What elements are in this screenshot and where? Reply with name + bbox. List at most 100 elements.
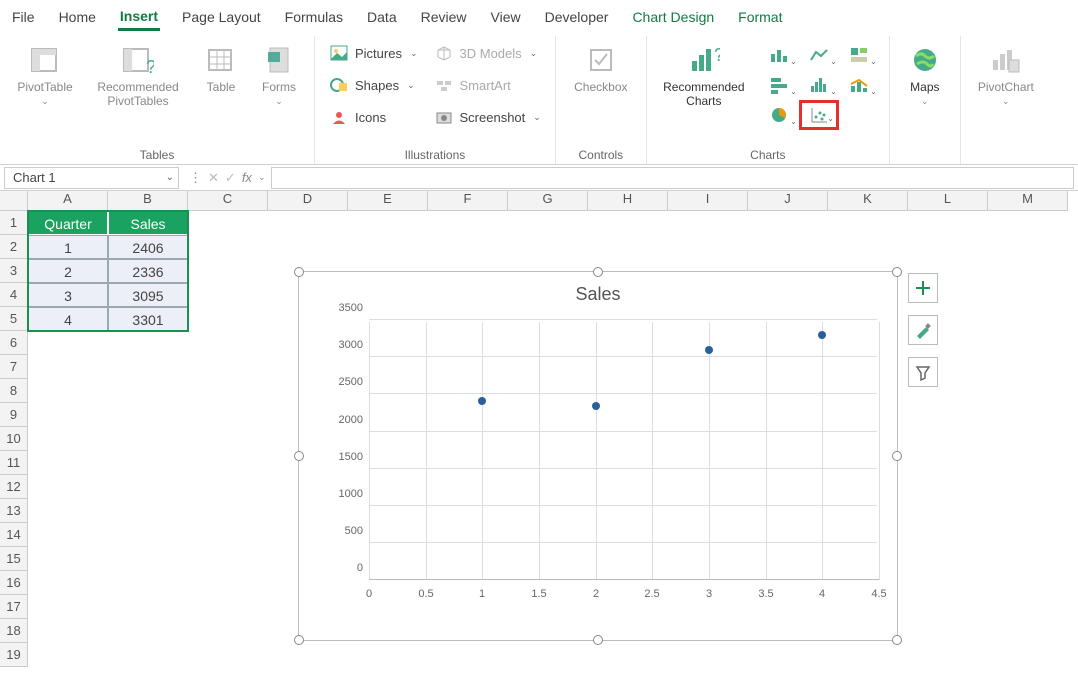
cell-A5[interactable]: 4 [28, 307, 108, 331]
row-header[interactable]: 6 [0, 331, 28, 355]
combo-chart-button[interactable]: ⌄ [839, 70, 879, 100]
col-header[interactable]: J [748, 191, 828, 211]
row-header[interactable]: 5 [0, 307, 28, 331]
name-box[interactable]: Chart 1 ⌄ [4, 167, 179, 189]
row-header[interactable]: 17 [0, 595, 28, 619]
chart-styles-button[interactable] [908, 315, 938, 345]
fx-icon[interactable]: fx [242, 170, 252, 185]
bar-chart-button[interactable]: ⌄ [759, 70, 799, 100]
tab-format[interactable]: Format [736, 5, 784, 29]
col-header[interactable]: F [428, 191, 508, 211]
more-icon[interactable]: ⋮ [189, 170, 202, 186]
row-header[interactable]: 18 [0, 619, 28, 643]
chart-filters-button[interactable] [908, 357, 938, 387]
checkbox-button[interactable]: Checkbox [566, 40, 636, 94]
shapes-button[interactable]: Shapes⌄ [325, 72, 422, 98]
smartart-button[interactable]: SmartArt [430, 72, 545, 98]
row-header[interactable]: 19 [0, 643, 28, 667]
tab-view[interactable]: View [489, 5, 523, 29]
resize-handle[interactable] [892, 451, 902, 461]
cancel-icon[interactable]: ✕ [208, 170, 219, 186]
cell-B3[interactable]: 2336 [108, 259, 188, 283]
col-header[interactable]: M [988, 191, 1068, 211]
cell-A3[interactable]: 2 [28, 259, 108, 283]
row-header[interactable]: 11 [0, 451, 28, 475]
col-header[interactable]: G [508, 191, 588, 211]
data-point[interactable] [818, 331, 826, 339]
recommended-charts-button[interactable]: ? Recommended Charts [657, 40, 751, 108]
pictures-button[interactable]: Pictures⌄ [325, 40, 422, 66]
column-chart-button[interactable]: ⌄ [759, 40, 799, 70]
worksheet[interactable]: A B C D E F G H I J K L M 1 2 3 4 5 6 7 … [0, 191, 1078, 681]
enter-icon[interactable]: ✓ [225, 170, 236, 186]
row-header[interactable]: 13 [0, 499, 28, 523]
chevron-down-icon[interactable]: ⌄ [258, 172, 266, 183]
3d-models-button[interactable]: 3D Models⌄ [430, 40, 545, 66]
screenshot-button[interactable]: Screenshot⌄ [430, 104, 545, 130]
col-header[interactable]: H [588, 191, 668, 211]
row-header[interactable]: 15 [0, 547, 28, 571]
col-header[interactable]: K [828, 191, 908, 211]
statistic-chart-button[interactable]: ⌄ [799, 70, 839, 100]
formula-input[interactable] [271, 167, 1074, 189]
forms-button[interactable]: Forms ⌄ [254, 40, 304, 107]
row-header[interactable]: 12 [0, 475, 28, 499]
resize-handle[interactable] [892, 267, 902, 277]
col-header[interactable]: A [28, 191, 108, 211]
col-header[interactable]: B [108, 191, 188, 211]
tab-data[interactable]: Data [365, 5, 399, 29]
row-header[interactable]: 7 [0, 355, 28, 379]
cell-A1[interactable]: Quarter [28, 211, 108, 235]
col-header[interactable]: D [268, 191, 348, 211]
col-header[interactable]: E [348, 191, 428, 211]
line-chart-button[interactable]: ⌄ [799, 40, 839, 70]
select-all-corner[interactable] [0, 191, 28, 211]
resize-handle[interactable] [294, 451, 304, 461]
chart-title[interactable]: Sales [299, 284, 897, 305]
cell-B2[interactable]: 2406 [108, 235, 188, 259]
embedded-chart[interactable]: Sales 0 500 1000 1500 2000 2500 3000 350… [298, 271, 898, 641]
tab-formulas[interactable]: Formulas [283, 5, 345, 29]
tab-file[interactable]: File [10, 5, 37, 29]
cell-B1[interactable]: Sales [108, 211, 188, 235]
table-button[interactable]: Table [196, 40, 246, 94]
col-header[interactable]: I [668, 191, 748, 211]
row-header[interactable]: 4 [0, 283, 28, 307]
resize-handle[interactable] [593, 635, 603, 645]
row-header[interactable]: 1 [0, 211, 28, 235]
chart-plot-area[interactable]: 0 500 1000 1500 2000 2500 3000 3500 0 0.… [339, 322, 877, 600]
resize-handle[interactable] [892, 635, 902, 645]
row-header[interactable]: 9 [0, 403, 28, 427]
cell-B5[interactable]: 3301 [108, 307, 188, 331]
row-header[interactable]: 10 [0, 427, 28, 451]
resize-handle[interactable] [294, 267, 304, 277]
col-header[interactable]: L [908, 191, 988, 211]
tab-page-layout[interactable]: Page Layout [180, 5, 263, 29]
pie-chart-button[interactable]: ⌄ [759, 100, 799, 130]
row-header[interactable]: 8 [0, 379, 28, 403]
row-header[interactable]: 16 [0, 571, 28, 595]
tab-home[interactable]: Home [57, 5, 98, 29]
recommended-pivot-button[interactable]: ? Recommended PivotTables [88, 40, 188, 108]
scatter-chart-button[interactable]: ⌄ [799, 100, 839, 130]
tab-review[interactable]: Review [419, 5, 469, 29]
pivotchart-button[interactable]: PivotChart ⌄ [971, 40, 1041, 107]
row-header[interactable]: 3 [0, 259, 28, 283]
cell-B4[interactable]: 3095 [108, 283, 188, 307]
cell-A4[interactable]: 3 [28, 283, 108, 307]
tab-insert[interactable]: Insert [118, 4, 160, 31]
data-point[interactable] [592, 402, 600, 410]
row-header[interactable]: 14 [0, 523, 28, 547]
data-point[interactable] [478, 397, 486, 405]
icons-button[interactable]: Icons [325, 104, 422, 130]
tab-chart-design[interactable]: Chart Design [630, 5, 716, 29]
resize-handle[interactable] [593, 267, 603, 277]
hierarchy-chart-button[interactable]: ⌄ [839, 40, 879, 70]
row-header[interactable]: 2 [0, 235, 28, 259]
pivottable-button[interactable]: PivotTable ⌄ [10, 40, 80, 107]
chart-elements-button[interactable] [908, 273, 938, 303]
data-point[interactable] [705, 346, 713, 354]
col-header[interactable]: C [188, 191, 268, 211]
resize-handle[interactable] [294, 635, 304, 645]
maps-button[interactable]: Maps ⌄ [900, 40, 950, 107]
